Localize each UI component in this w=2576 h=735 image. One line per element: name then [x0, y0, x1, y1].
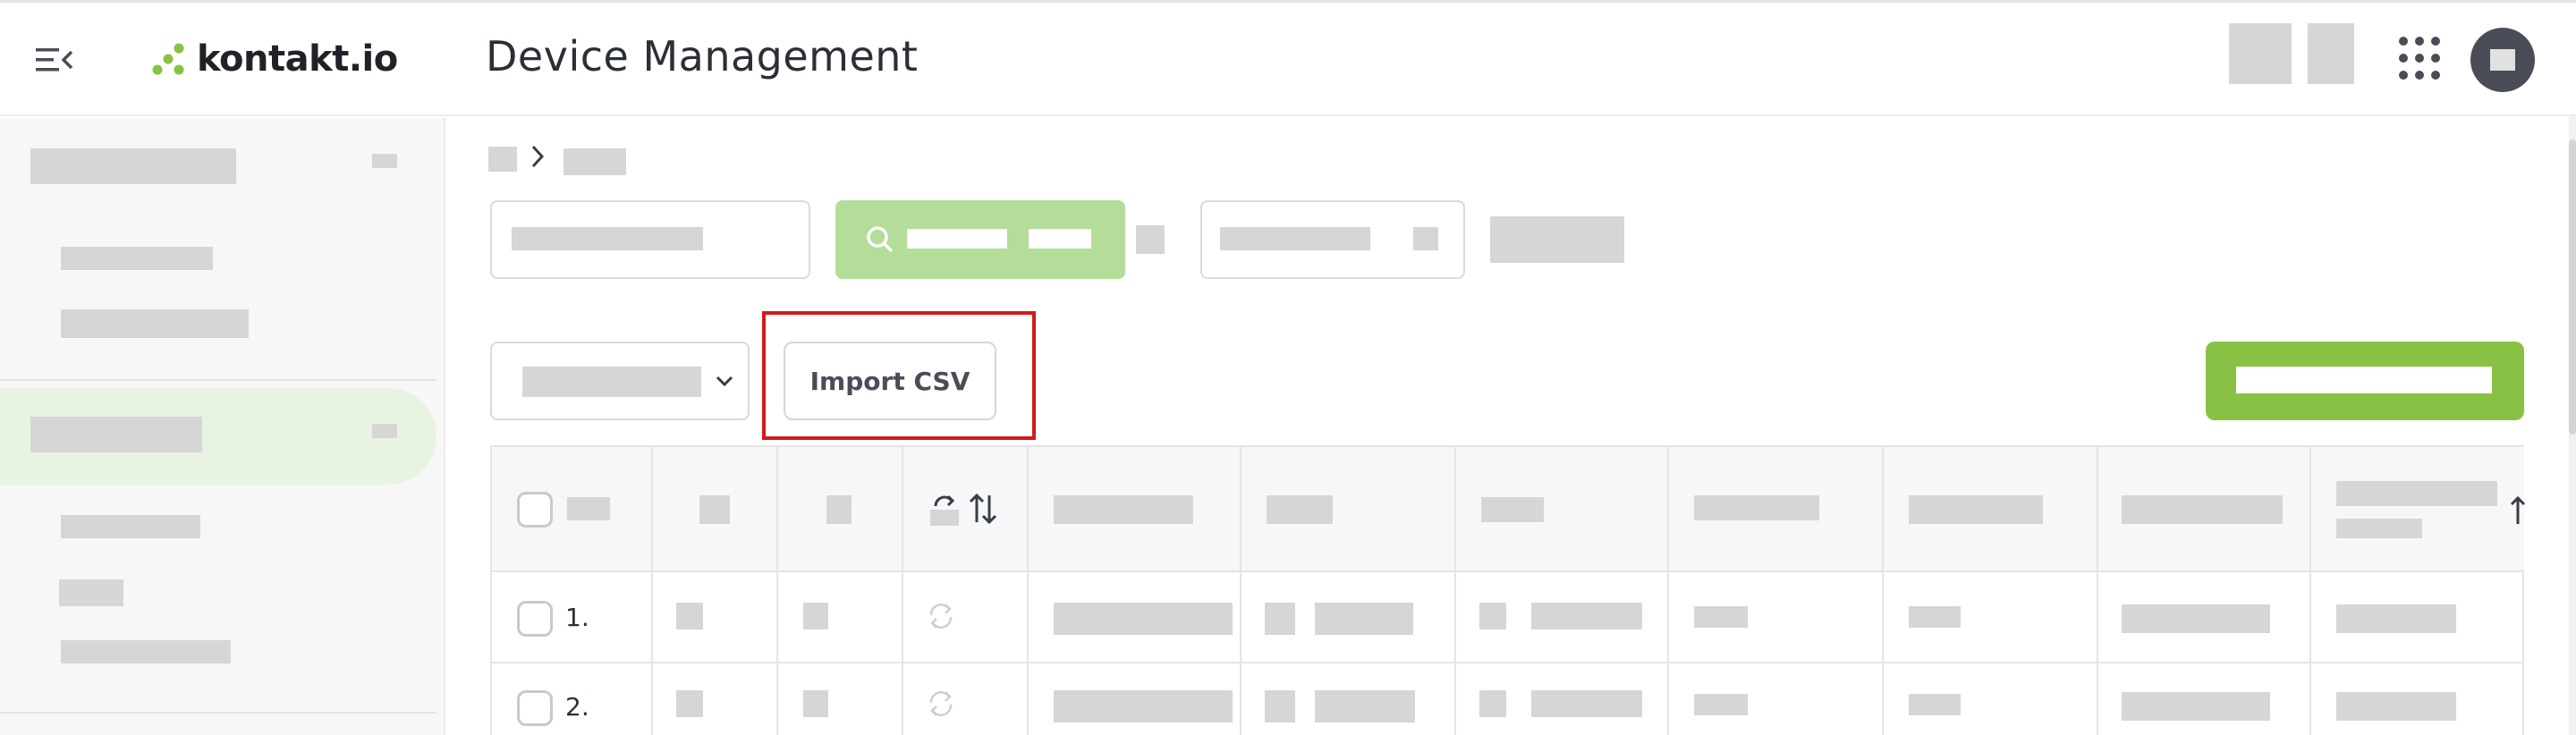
row-cell: [1531, 603, 1642, 629]
page-scrollbar-thumb[interactable]: [2569, 139, 2576, 435]
row-checkbox[interactable]: [517, 601, 553, 637]
row-cell: [1265, 690, 1295, 722]
apps-grid-icon[interactable]: [2397, 34, 2442, 82]
sort-ascending-icon[interactable]: [2510, 495, 2526, 526]
col-divider: [776, 447, 778, 735]
sidebar-divider: [0, 379, 436, 381]
search-button-label-gap: [1007, 224, 1029, 254]
row-cell: [1909, 694, 1961, 715]
breadcrumb-home[interactable]: [488, 147, 517, 172]
col-divider: [651, 447, 653, 735]
row-cell: [2336, 604, 2456, 633]
row-cell: [1054, 603, 1233, 635]
sidebar-item-3[interactable]: [61, 515, 200, 538]
menu-collapse-icon[interactable]: [36, 45, 75, 75]
chevron-right-icon: [531, 145, 545, 168]
header-col-7[interactable]: [1481, 497, 1544, 522]
filter-reset-link[interactable]: [1490, 216, 1624, 263]
header-col-3[interactable]: [826, 495, 852, 524]
search-button-label: [907, 229, 1091, 249]
user-avatar[interactable]: [2470, 28, 2535, 92]
header-col-6[interactable]: [1267, 495, 1333, 524]
col-divider: [1454, 447, 1456, 735]
import-csv-button[interactable]: Import CSV: [784, 342, 996, 420]
header-col-2[interactable]: [699, 495, 730, 524]
chevron-down-icon: [716, 376, 733, 387]
row-cell: [1265, 603, 1295, 635]
row-cell: [1694, 694, 1748, 715]
col-divider: [902, 447, 903, 735]
col-divider: [2309, 447, 2311, 735]
row-cell: [1479, 690, 1506, 717]
row-cell: [2122, 692, 2270, 721]
sidebar-item-1[interactable]: [61, 247, 213, 270]
col-divider: [1882, 447, 1884, 735]
row-index: 1.: [565, 603, 589, 632]
sync-icon: [929, 604, 953, 629]
header-action-2[interactable]: [2308, 23, 2354, 84]
col-divider: [2097, 447, 2098, 735]
header-col-10[interactable]: [2122, 495, 2283, 524]
sync-icon: [929, 691, 953, 716]
row-cell: [803, 690, 828, 717]
filter-input-placeholder: [512, 227, 703, 250]
row-cell: [803, 603, 828, 629]
header-col-9[interactable]: [1909, 495, 2043, 524]
row-cell: [2336, 692, 2456, 721]
sidebar-section-1-toggle[interactable]: [372, 154, 397, 168]
header-col-5[interactable]: [1054, 495, 1193, 524]
kontakt-logo-icon: [152, 43, 184, 75]
bulk-action-dropdown-value: [522, 367, 701, 397]
row-cell: [1315, 603, 1413, 635]
row-cell: [1531, 690, 1642, 717]
row-cell: [1054, 690, 1233, 722]
col-divider: [1240, 447, 1241, 735]
header-col-8[interactable]: [1694, 495, 1819, 520]
row-cell: [676, 690, 703, 717]
row-divider: [492, 662, 2524, 663]
logo-text: kontakt.io: [197, 38, 398, 80]
header-index[interactable]: [567, 497, 610, 520]
filter-select-icon: [1413, 227, 1438, 250]
row-cell: [1315, 690, 1415, 722]
breadcrumb-current[interactable]: [564, 148, 626, 175]
sidebar-section-1-title[interactable]: [30, 148, 236, 184]
sidebar-section-2-title[interactable]: [30, 417, 202, 452]
header-col-11-line-1[interactable]: [2336, 481, 2497, 506]
row-cell: [1694, 606, 1748, 628]
sidebar-divider-2: [0, 712, 436, 714]
row-cell: [2122, 604, 2270, 633]
filter-small-icon[interactable]: [1136, 225, 1165, 254]
logo[interactable]: kontakt.io: [152, 32, 398, 86]
header-action-1[interactable]: [2229, 23, 2292, 84]
sidebar-section-2-toggle[interactable]: [372, 424, 397, 438]
sidebar-item-5[interactable]: [61, 640, 231, 663]
sidebar-item-4[interactable]: [59, 579, 123, 606]
header-col-11-line-2: [2336, 519, 2422, 538]
filter-select-value: [1220, 227, 1370, 250]
header-sync-label: [930, 510, 959, 526]
row-index: 2.: [565, 692, 589, 722]
sidebar-item-2[interactable]: [61, 309, 249, 338]
primary-action-button-label: [2236, 367, 2492, 393]
row-cell: [676, 603, 703, 629]
row-cell: [1479, 603, 1506, 629]
search-icon: [867, 226, 894, 253]
row-cell: [1909, 606, 1961, 628]
select-all-checkbox[interactable]: [517, 492, 553, 528]
col-divider: [1027, 447, 1029, 735]
page-title: Device Management: [486, 32, 919, 80]
row-checkbox[interactable]: [517, 690, 553, 726]
col-divider: [1667, 447, 1669, 735]
sort-icon[interactable]: [968, 492, 998, 526]
